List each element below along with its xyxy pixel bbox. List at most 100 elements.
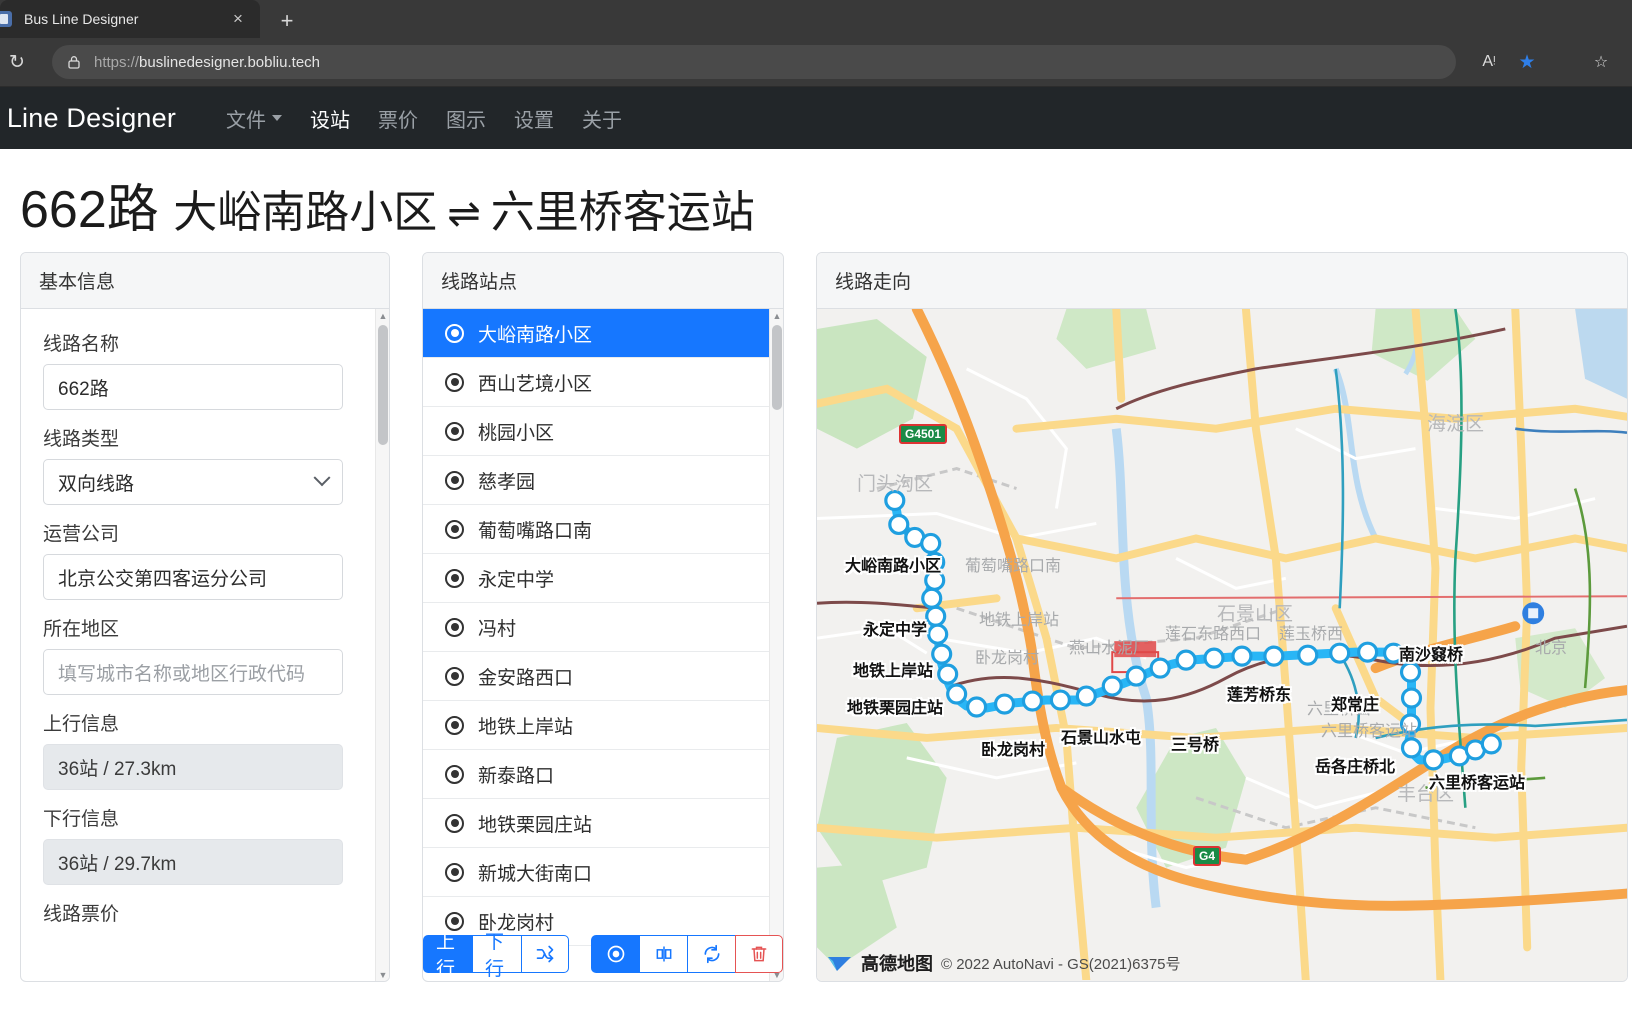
basic-info-scrollbar[interactable]: ▲ ▼ xyxy=(375,309,389,981)
station-label: 桃园小区 xyxy=(478,422,555,444)
shuffle-button[interactable] xyxy=(521,935,569,973)
locate-station-button[interactable] xyxy=(591,935,639,973)
station-radio-icon[interactable] xyxy=(445,862,464,882)
app-brand[interactable]: Bus Line Designer xyxy=(0,103,176,134)
chevron-down-icon xyxy=(313,469,331,487)
station-radio-icon[interactable] xyxy=(445,715,464,735)
list-item[interactable]: 冯村 xyxy=(423,603,783,652)
station-radio-icon[interactable] xyxy=(445,666,464,686)
trash-icon xyxy=(751,946,767,962)
station-radio-icon[interactable] xyxy=(445,323,464,343)
basic-info-body: 线路名称 662路 线路类型 双向线路 运营公司 北京公交第四客运分公司 所在地… xyxy=(21,309,389,981)
menu-item-stations[interactable]: 设站 xyxy=(296,98,364,139)
station-label: 大峪南路小区 xyxy=(478,324,593,346)
new-tab-icon[interactable]: + xyxy=(268,4,306,38)
lock-icon xyxy=(66,54,82,70)
map-attribution: 高德地图 © 2022 AutoNavi - GS(2021)6375号 xyxy=(827,950,1181,976)
station-radio-icon[interactable] xyxy=(445,813,464,833)
list-item[interactable]: 地铁栗园庄站 xyxy=(423,799,783,848)
list-item[interactable]: 新城大街南口 xyxy=(423,848,783,897)
list-item[interactable]: 金安路西口 xyxy=(423,652,783,701)
list-item[interactable]: 新泰路口 xyxy=(423,750,783,799)
station-label: 新泰路口 xyxy=(478,765,555,787)
station-radio-icon[interactable] xyxy=(445,764,464,784)
station-label: 西山艺境小区 xyxy=(478,373,593,395)
menu-item-about[interactable]: 关于 xyxy=(568,98,636,139)
stations-scrollbar[interactable]: ▲ ▼ xyxy=(769,309,783,981)
shuffle-icon xyxy=(536,945,554,963)
list-item[interactable]: 地铁上岸站 xyxy=(423,701,783,750)
url-host: buslinedesigner.bobliu.tech xyxy=(139,53,320,71)
map-canvas[interactable]: 门头沟区 海淀区 石景山区 丰台区 葡萄嘴路口南 地铁上岸站 燕山水泥厂 卧龙岗… xyxy=(817,309,1627,981)
station-radio-icon[interactable] xyxy=(445,470,464,490)
main-content: 基本信息 线路名称 662路 线路类型 双向线路 运营公司 北京公交第四客运分公… xyxy=(0,252,1632,982)
field-label-route-name: 线路名称 xyxy=(43,334,120,355)
browser-toolbar: ↻ https://buslinedesigner.bobliu.tech Aᵎ… xyxy=(0,38,1632,87)
list-item[interactable]: 永定中学 xyxy=(423,554,783,603)
menu-item-label: 设置 xyxy=(514,109,555,132)
refresh-stations-button[interactable] xyxy=(687,935,735,973)
menu-item-label: 文件 xyxy=(226,109,267,132)
menu-item-label: 图示 xyxy=(446,109,487,132)
upbound-info-value: 36站 / 27.3km xyxy=(43,744,343,790)
field-label-region: 所在地区 xyxy=(43,619,120,640)
scroll-up-icon[interactable]: ▲ xyxy=(772,311,782,321)
upbound-button[interactable]: 上行 xyxy=(423,932,472,980)
collections-icon[interactable]: ☆ xyxy=(1584,47,1618,77)
close-icon[interactable]: × xyxy=(226,7,250,31)
bidirectional-icon: ⇌ xyxy=(447,192,481,236)
list-item[interactable]: 葡萄嘴路口南 xyxy=(423,505,783,554)
reload-icon[interactable]: ↻ xyxy=(2,47,32,77)
route-start: 大峪南路小区 xyxy=(173,188,438,237)
scroll-down-icon[interactable]: ▼ xyxy=(378,970,388,980)
station-radio-icon[interactable] xyxy=(445,372,464,392)
delete-station-button[interactable] xyxy=(735,935,783,973)
app-menu: 文件 设站 票价 图示 设置 关于 xyxy=(212,98,636,139)
page-title: 662路 大峪南路小区 ⇌ 六里桥客运站 xyxy=(0,149,1632,252)
chevron-down-icon xyxy=(272,115,283,121)
station-radio-icon[interactable] xyxy=(445,617,464,637)
stations-card: 线路站点 大峪南路小区 西山艺境小区 桃园小区 慈孝园 葡萄嘴路口南 永定中学 … xyxy=(422,252,784,982)
favorite-icon[interactable]: ★ xyxy=(1510,47,1544,77)
operator-input[interactable]: 北京公交第四客运分公司 xyxy=(43,554,343,600)
target-dot-icon xyxy=(607,945,624,963)
route-end: 六里桥客运站 xyxy=(490,188,755,237)
scrollbar-thumb[interactable] xyxy=(772,325,782,410)
station-radio-icon[interactable] xyxy=(445,519,464,539)
list-item[interactable]: 慈孝园 xyxy=(423,456,783,505)
read-aloud-icon[interactable]: Aᵎ xyxy=(1472,47,1506,77)
field-label-operator: 运营公司 xyxy=(43,524,120,545)
stations-header: 线路站点 xyxy=(423,253,783,309)
scroll-up-icon[interactable]: ▲ xyxy=(378,311,388,321)
station-label: 永定中学 xyxy=(478,569,555,591)
metro-station-pin xyxy=(1522,602,1545,625)
menu-item-fare[interactable]: 票价 xyxy=(364,98,432,139)
menu-item-legend[interactable]: 图示 xyxy=(432,98,500,139)
highway-shield: G4501 xyxy=(899,424,948,444)
station-radio-icon[interactable] xyxy=(445,568,464,588)
station-radio-icon[interactable] xyxy=(445,421,464,441)
station-action-group xyxy=(591,935,783,973)
amap-name: 高德地图 xyxy=(861,954,933,974)
app-navbar: Bus Line Designer 文件 设站 票价 图示 设置 关于 xyxy=(0,87,1632,149)
route-type-select[interactable]: 双向线路 xyxy=(43,459,343,505)
merge-station-button[interactable] xyxy=(639,935,687,973)
field-label-upbound: 上行信息 xyxy=(43,714,120,735)
downbound-button[interactable]: 下行 xyxy=(472,932,521,980)
region-input[interactable]: 填写城市名称或地区行政代码 xyxy=(43,649,343,695)
list-item[interactable]: 西山艺境小区 xyxy=(423,358,783,407)
route-name-input[interactable]: 662路 xyxy=(43,364,343,410)
menu-item-settings[interactable]: 设置 xyxy=(500,98,568,139)
menu-item-files[interactable]: 文件 xyxy=(212,98,296,139)
station-label: 地铁栗园庄站 xyxy=(478,814,593,836)
field-label-fare: 线路票价 xyxy=(43,904,120,925)
list-item[interactable]: 大峪南路小区 xyxy=(423,309,783,358)
address-bar[interactable]: https://buslinedesigner.bobliu.tech xyxy=(52,45,1456,79)
station-label: 冯村 xyxy=(478,618,517,640)
scrollbar-thumb[interactable] xyxy=(378,325,388,445)
list-item[interactable]: 桃园小区 xyxy=(423,407,783,456)
station-label: 金安路西口 xyxy=(478,667,574,689)
highway-shield: G4 xyxy=(1193,846,1222,866)
stations-toolbar: 上行 下行 xyxy=(423,929,783,981)
browser-tab[interactable]: Bus Line Designer × xyxy=(0,0,260,38)
